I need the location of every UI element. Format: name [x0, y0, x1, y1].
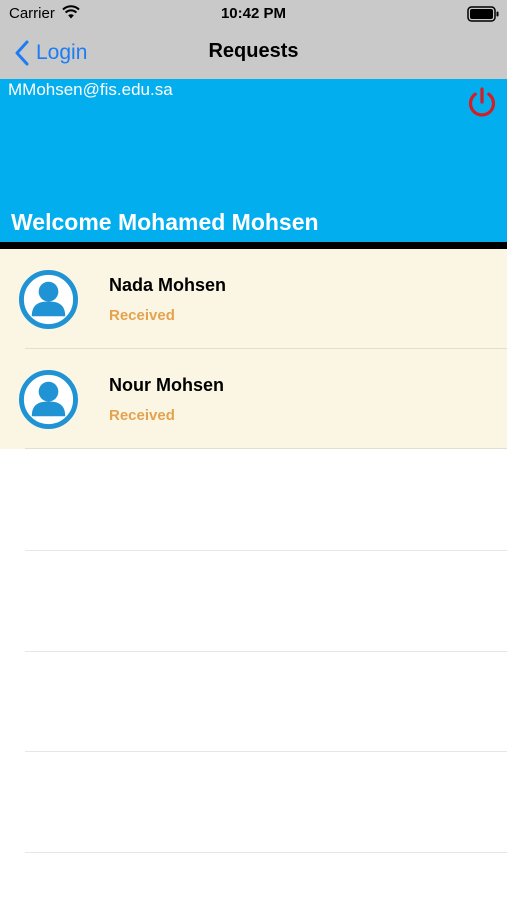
list-separator	[25, 550, 507, 551]
request-row[interactable]: Nour Mohsen Received	[0, 349, 507, 449]
avatar-icon	[19, 270, 78, 329]
page-title: Requests	[208, 40, 299, 62]
request-status: Received	[109, 407, 175, 424]
welcome-message: Welcome Mohamed Mohsen	[11, 209, 319, 235]
requester-name: Nada Mohsen	[109, 275, 227, 295]
navigation-bar: Login Requests	[0, 28, 507, 79]
list-separator	[25, 852, 507, 853]
status-time: 10:42 PM	[220, 5, 287, 22]
requester-name: Nour Mohsen	[109, 375, 224, 395]
list-separator	[25, 651, 507, 652]
battery-icon	[467, 6, 499, 22]
list-separator	[25, 751, 507, 752]
request-row[interactable]: Nada Mohsen Received	[0, 249, 507, 349]
welcome-banner: MMohsen@fis.edu.sa Welcome Mohamed Mohse…	[0, 79, 507, 242]
request-list: Nada Mohsen Received Nour Mohsen Receive…	[0, 249, 507, 449]
header-divider	[0, 242, 507, 249]
user-email: MMohsen@fis.edu.sa	[8, 80, 173, 99]
power-icon[interactable]	[465, 86, 499, 120]
avatar-icon	[19, 370, 78, 429]
request-status: Received	[109, 307, 175, 324]
status-bar: Carrier 10:42 PM	[0, 0, 507, 28]
